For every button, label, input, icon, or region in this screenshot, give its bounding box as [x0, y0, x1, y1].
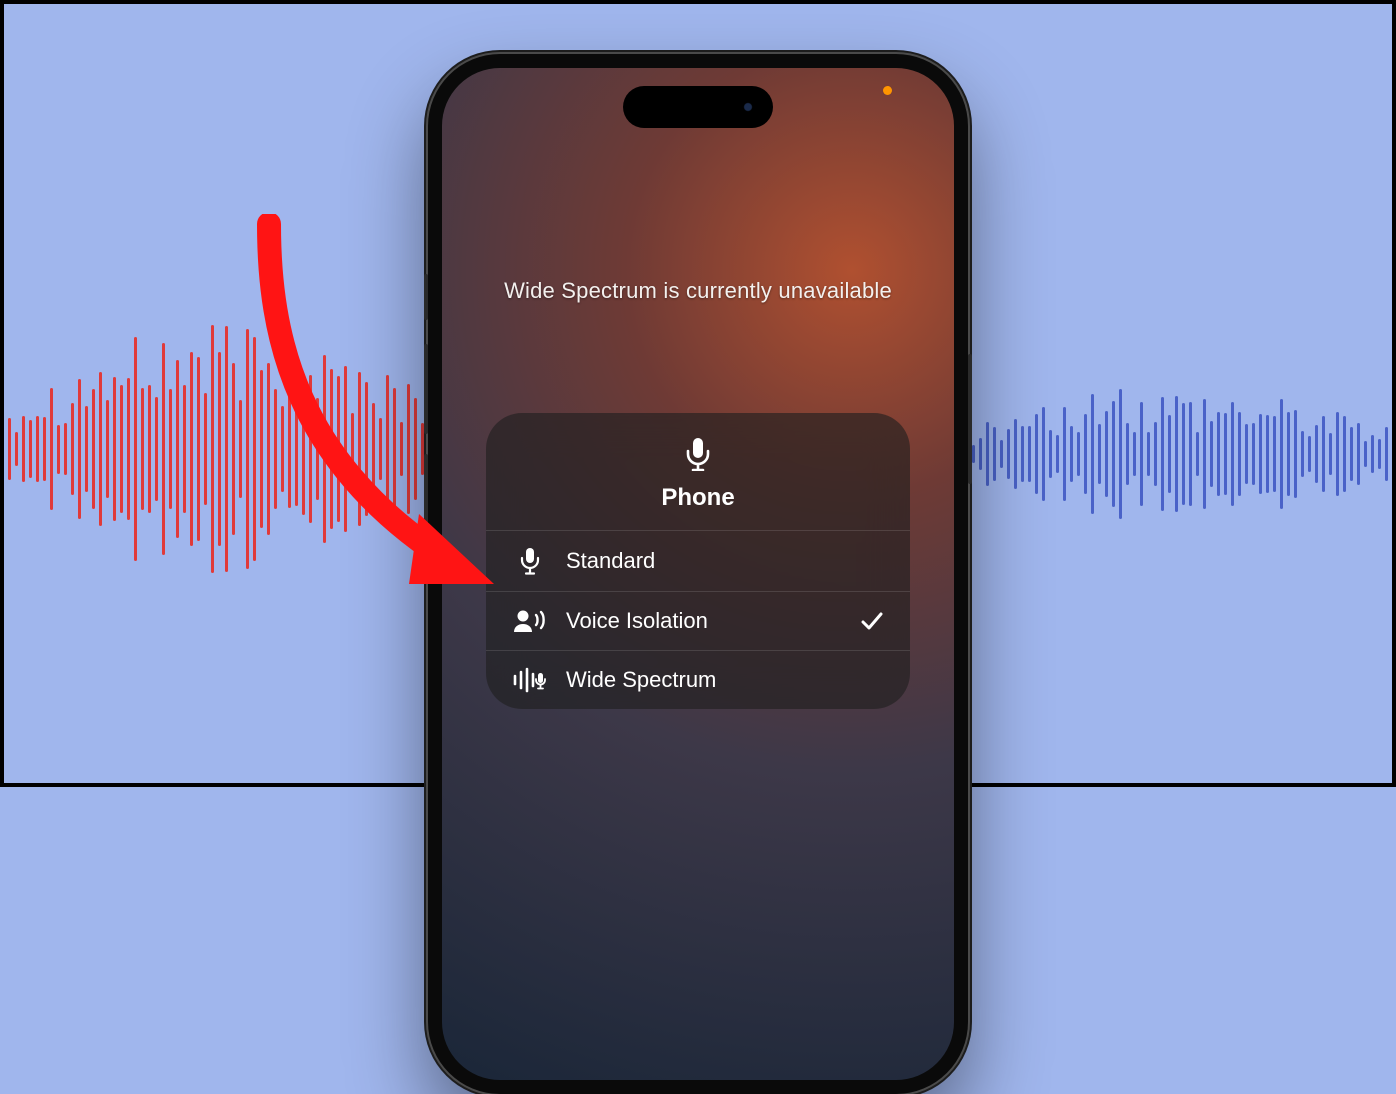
audio-waveform-left: [8, 314, 438, 584]
wide-spectrum-icon: [512, 667, 548, 693]
dynamic-island: [623, 86, 773, 128]
voice-isolation-icon: [512, 608, 548, 634]
mic-option-label: Voice Isolation: [566, 608, 842, 634]
mic-option-label: Wide Spectrum: [566, 667, 884, 693]
mic-panel-title: Phone: [486, 484, 910, 512]
audio-waveform-right: [972, 374, 1388, 534]
mic-option-label: Standard: [566, 548, 884, 574]
mic-option-standard[interactable]: Standard: [486, 530, 910, 591]
mic-option-voice-isolation[interactable]: Voice Isolation: [486, 591, 910, 650]
microphone-icon: [684, 437, 712, 471]
mic-option-wide-spectrum[interactable]: Wide Spectrum: [486, 650, 910, 709]
iphone-frame: Wide Spectrum is currently unavailable P…: [428, 54, 968, 1094]
mic-privacy-indicator-icon: [883, 86, 892, 95]
iphone-screen: Wide Spectrum is currently unavailable P…: [442, 68, 954, 1080]
status-message: Wide Spectrum is currently unavailable: [442, 278, 954, 304]
mic-panel-header: Phone: [486, 413, 910, 530]
checkmark-icon: [860, 611, 884, 631]
microphone-icon: [512, 547, 548, 575]
mic-mode-panel: Phone Standard: [486, 413, 910, 709]
